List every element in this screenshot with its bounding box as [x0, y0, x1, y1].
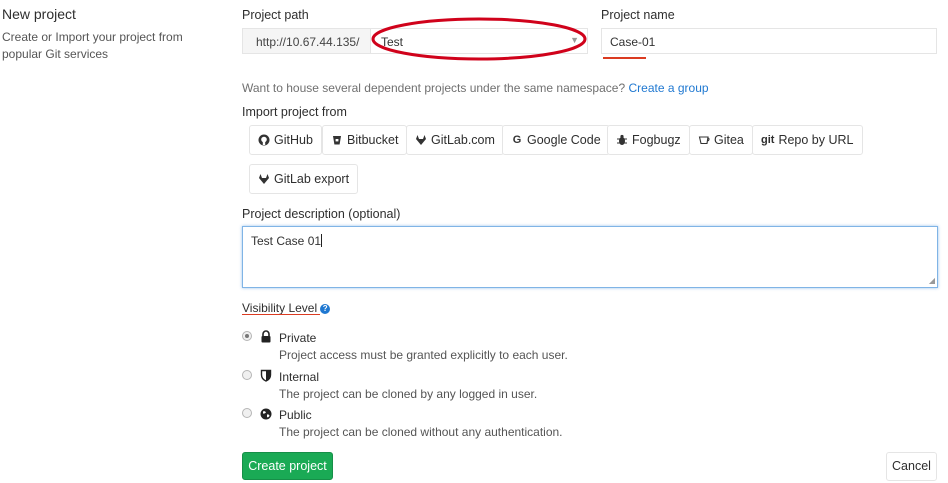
description-label: Project description (optional): [242, 207, 401, 221]
import-google-code-button[interactable]: G Google Code: [502, 125, 610, 155]
visibility-private-radio[interactable]: [242, 331, 252, 341]
shield-icon: [260, 369, 272, 382]
import-gitlab-export-button[interactable]: GitLab export: [249, 164, 359, 194]
description-textarea[interactable]: Test Case 01 ◢: [242, 226, 938, 288]
github-icon: [258, 134, 270, 146]
namespace-hint-text: Want to house several dependent projects…: [242, 81, 626, 95]
gitea-icon: [698, 136, 710, 145]
visibility-internal-radio[interactable]: [242, 370, 252, 380]
namespace-value: Test: [381, 35, 404, 49]
import-bitbucket-button[interactable]: Bitbucket: [322, 125, 408, 155]
import-gitlab-com-label: GitLab.com: [431, 133, 495, 147]
project-name-label: Project name: [601, 8, 675, 22]
visibility-private-description: Project access must be granted explicitl…: [279, 348, 568, 362]
import-github-button[interactable]: GitHub: [249, 125, 322, 155]
globe-icon: [260, 408, 272, 420]
description-value: Test Case 01: [251, 234, 322, 248]
import-google-code-label: Google Code: [527, 133, 601, 147]
import-repo-by-url-button[interactable]: git Repo by URL: [752, 125, 863, 155]
page-title: New project: [2, 6, 76, 22]
bug-icon: [617, 134, 627, 145]
visibility-internal-description: The project can be cloned by any logged …: [279, 387, 538, 401]
gitlab-icon: [416, 135, 426, 145]
lock-icon: [261, 330, 271, 343]
visibility-public-description: The project can be cloned without any au…: [279, 425, 563, 439]
import-label: Import project from: [242, 105, 347, 119]
visibility-error-underline: [242, 314, 320, 315]
namespace-hint: Want to house several dependent projects…: [242, 81, 709, 95]
import-repo-by-url-label: Repo by URL: [778, 133, 854, 147]
import-github-label: GitHub: [274, 133, 313, 147]
project-name-input[interactable]: Case-01: [601, 28, 937, 54]
google-icon: G: [512, 134, 522, 146]
project-name-error-underline: [603, 57, 646, 59]
git-icon: git: [761, 134, 775, 146]
create-project-button[interactable]: Create project: [242, 452, 333, 480]
import-bitbucket-label: Bitbucket: [347, 133, 399, 147]
page-intro: Create or Import your project from popul…: [2, 30, 183, 61]
import-gitlab-export-label: GitLab export: [274, 172, 350, 186]
import-gitlab-com-button[interactable]: GitLab.com: [406, 125, 504, 155]
visibility-label: Visibility Level?: [242, 301, 331, 315]
visibility-private-title: Private: [279, 331, 317, 345]
visibility-label-text: Visibility Level: [242, 301, 318, 315]
chevron-down-icon: ▼: [570, 35, 579, 45]
create-group-link[interactable]: Create a group: [628, 81, 708, 95]
text-caret: [321, 234, 323, 247]
namespace-select[interactable]: Test ▼: [370, 28, 588, 54]
import-fogbugz-label: Fogbugz: [632, 133, 681, 147]
import-fogbugz-button[interactable]: Fogbugz: [607, 125, 690, 155]
project-path-prefix: http://10.67.44.135/: [242, 28, 370, 54]
visibility-public-title: Public: [279, 408, 312, 422]
import-gitea-label: Gitea: [714, 133, 744, 147]
import-gitea-button[interactable]: Gitea: [689, 125, 753, 155]
visibility-public-radio[interactable]: [242, 408, 252, 418]
help-icon[interactable]: ?: [320, 304, 331, 314]
bitbucket-icon: [333, 136, 341, 145]
visibility-internal-title: Internal: [279, 370, 320, 384]
project-path-label: Project path: [242, 8, 309, 22]
resize-handle-icon[interactable]: ◢: [929, 276, 935, 285]
gitlab-icon: [259, 174, 269, 184]
cancel-button[interactable]: Cancel: [886, 452, 937, 481]
